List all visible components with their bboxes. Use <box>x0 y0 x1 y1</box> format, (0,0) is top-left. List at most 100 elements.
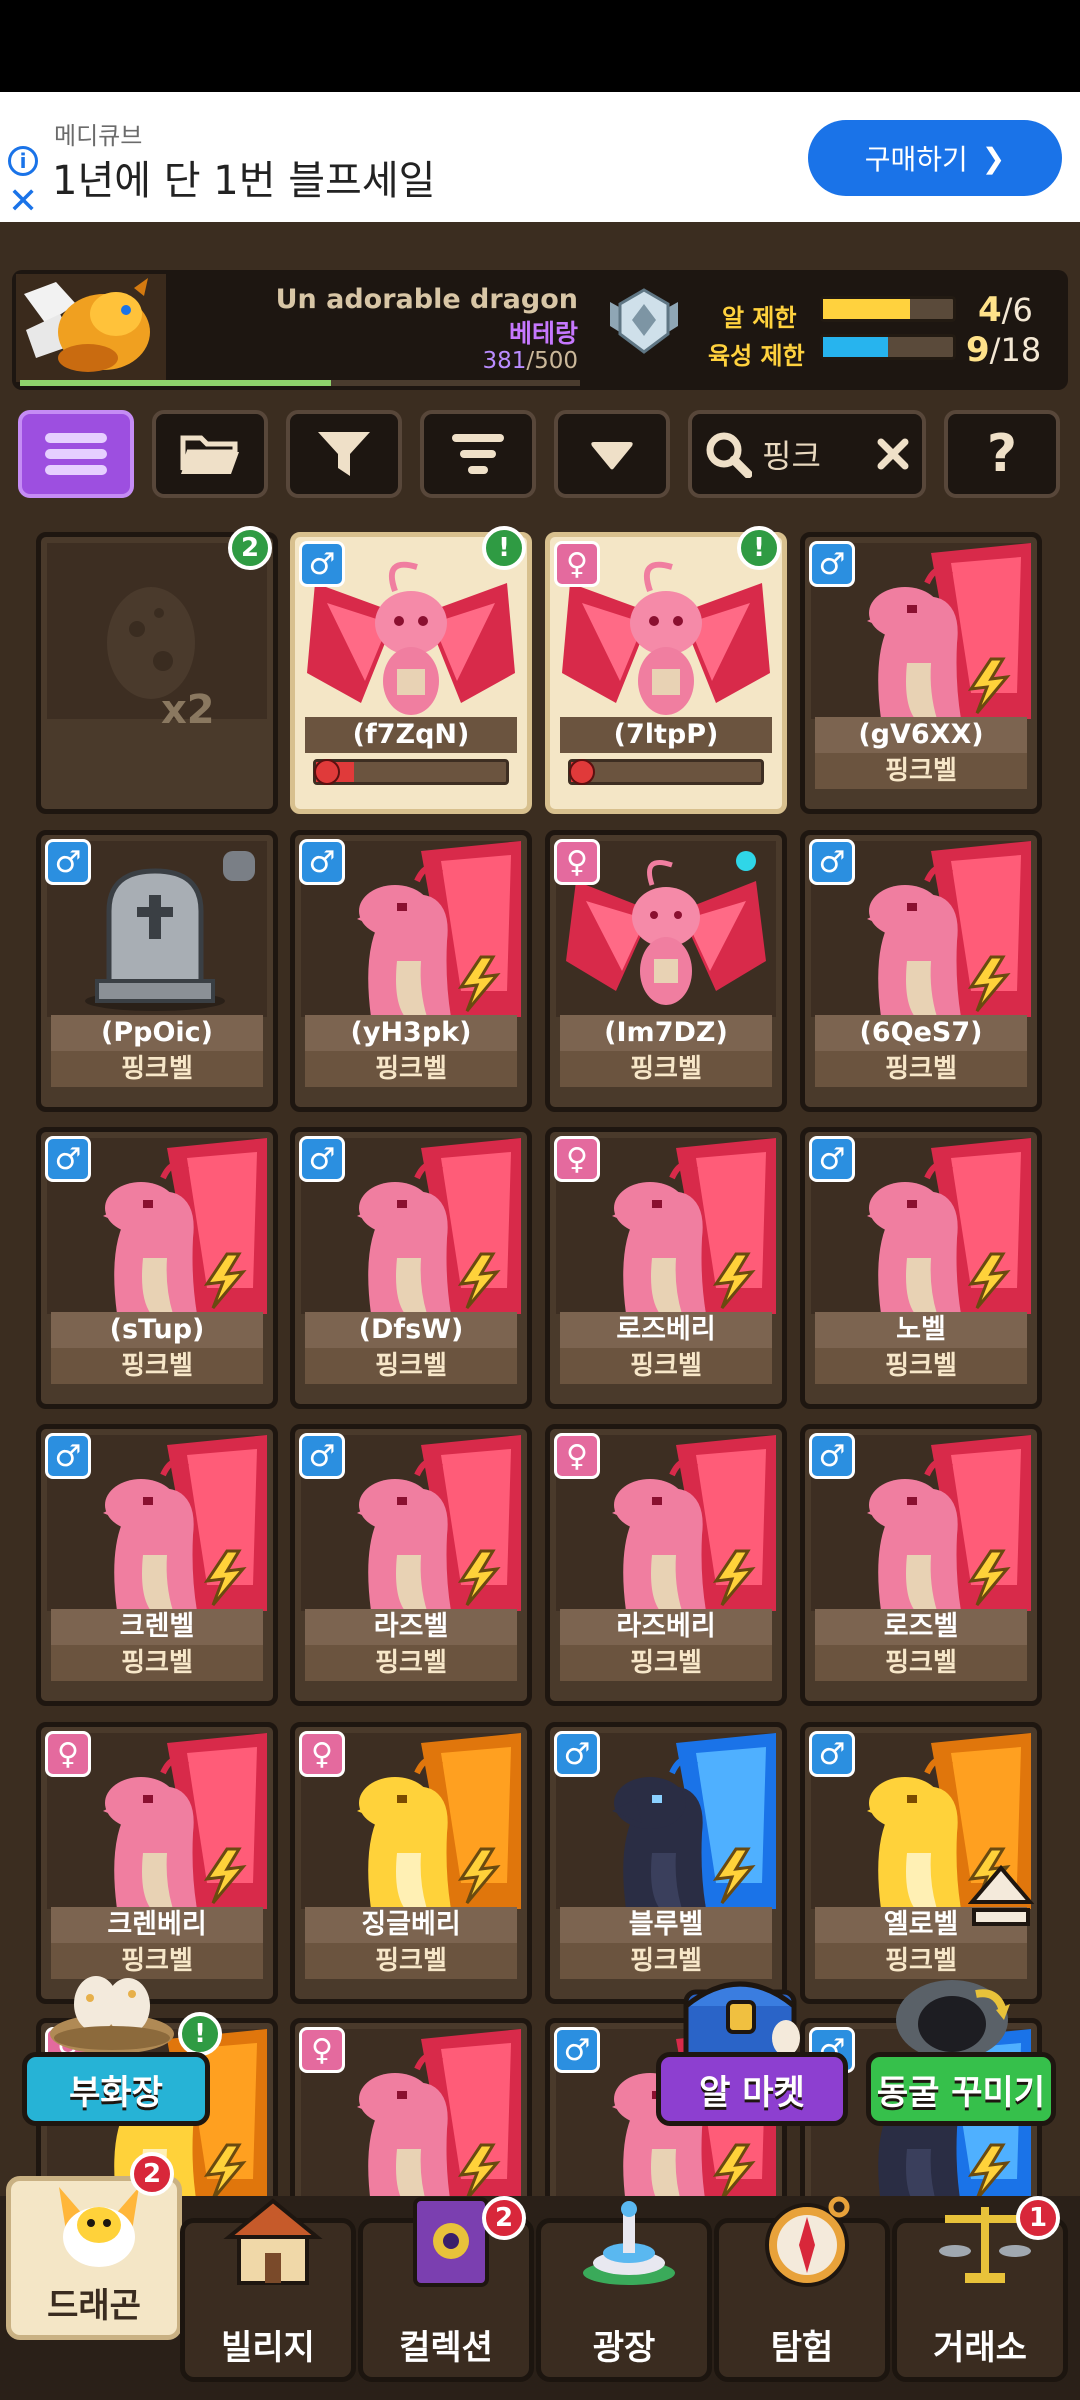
nav-label: 드래곤 <box>47 2286 141 2326</box>
breed-limit-value: 9/18 <box>966 330 1041 370</box>
hatchery-alert-badge: ! <box>178 2012 222 2056</box>
ad-title[interactable]: 1년에 단 1번 블프세일 <box>52 148 435 206</box>
filter-button[interactable] <box>286 410 402 498</box>
nav-label: 광장 <box>592 2328 656 2368</box>
clear-icon[interactable] <box>876 437 910 471</box>
xp-bar-fill <box>20 380 331 386</box>
egg-limit-fill <box>823 299 911 319</box>
male-icon: ♂ <box>809 1433 855 1479</box>
menu-button[interactable] <box>18 410 134 498</box>
dropdown-button[interactable] <box>554 410 670 498</box>
egg-limit-bar <box>820 296 956 322</box>
dragon-card[interactable]: ♂ (sTup) 핑크벨 <box>36 1127 278 1409</box>
breed-limit-bar <box>820 334 956 360</box>
nav-label: 빌리지 <box>221 2328 315 2368</box>
nav-village[interactable]: 빌리지 <box>180 2198 356 2382</box>
dragon-card[interactable]: ♂ 로즈벨 핑크벨 <box>800 1424 1042 1706</box>
dragon-card[interactable]: ♀ (Im7DZ) 핑크벨 <box>545 830 787 1112</box>
dragon-title: Un adorable dragon <box>275 284 578 315</box>
ad-sponsor: 메디큐브 <box>54 122 143 150</box>
cave-decor-button[interactable]: 동굴 꾸미기 <box>866 2052 1056 2126</box>
dragon-species: 핑크벨 <box>560 1645 772 1681</box>
egg-card[interactable]: x2 <box>36 532 278 814</box>
male-icon: ♂ <box>299 1433 345 1479</box>
breed-limit-max: /18 <box>989 331 1042 369</box>
sad-face-icon <box>314 759 340 785</box>
nav-fountain[interactable]: 광장 <box>536 2201 712 2382</box>
dragon-name: 노벨 <box>815 1312 1027 1348</box>
filter-icon <box>318 432 370 476</box>
health-bar <box>568 759 764 785</box>
dragon-name: (sTup) <box>51 1312 263 1348</box>
dragon-name: (PpOic) <box>51 1015 263 1051</box>
dragon-name: (gV6XX) <box>815 717 1027 753</box>
female-icon: ♀ <box>299 2027 345 2073</box>
scroll-top-icon[interactable] <box>967 1862 1035 1932</box>
breed-limit-count: 9 <box>966 330 990 370</box>
hatchery-button[interactable]: 부화장 <box>22 2052 210 2126</box>
dragon-card[interactable]: ♂ (PpOic) 핑크벨 <box>36 830 278 1112</box>
male-icon: ♂ <box>299 541 345 587</box>
dragon-card[interactable]: ♂ 크렌벨 핑크벨 <box>36 1424 278 1706</box>
female-icon: ♀ <box>554 839 600 885</box>
status-bar <box>0 0 1080 92</box>
compass-icon <box>757 2193 857 2289</box>
rank-badge-icon <box>606 286 682 358</box>
nav-scale[interactable]: 거래소 <box>892 2207 1068 2382</box>
dragon-card[interactable]: ♀ 크렌베리 핑크벨 <box>36 1722 278 2004</box>
male-icon: ♂ <box>299 1136 345 1182</box>
dropdown-icon <box>591 442 633 470</box>
nav-dragon[interactable]: 드래곤 <box>6 2176 182 2340</box>
dragon-card[interactable]: ♀ 징글베리 핑크벨 <box>290 1722 532 2004</box>
cave-icon <box>892 1964 1012 2060</box>
nav-compass[interactable]: 탐험 <box>714 2196 890 2382</box>
help-button[interactable]: ? <box>944 410 1060 498</box>
egg-limit-max: /6 <box>1001 291 1033 329</box>
xp-total: /500 <box>526 348 578 374</box>
search-input[interactable]: 핑크 <box>762 431 866 477</box>
dragon-card[interactable]: ♀ 로즈베리 핑크벨 <box>545 1127 787 1409</box>
ad-buy-button[interactable]: 구매하기 ❯ <box>808 120 1062 196</box>
folder-button[interactable] <box>152 410 268 498</box>
dragon-card[interactable]: ♀ 라즈베리 핑크벨 <box>545 1424 787 1706</box>
nav-badge: 2 <box>130 2152 174 2196</box>
dragon-card[interactable]: ♂ (f7ZqN) <box>290 532 532 814</box>
female-icon: ♀ <box>299 1731 345 1777</box>
nav-book[interactable]: 컬렉션 <box>358 2197 534 2382</box>
dragon-name: 크렌베리 <box>51 1907 263 1943</box>
search-box[interactable]: 핑크 <box>688 410 926 498</box>
egg-market-button[interactable]: 알 마켓 <box>656 2052 848 2126</box>
dragon-species: 핑크벨 <box>815 1645 1027 1681</box>
nav-label: 컬렉션 <box>399 2328 493 2368</box>
dragon-species: 핑크벨 <box>815 753 1027 789</box>
dragon-name: (6QeS7) <box>815 1015 1027 1051</box>
count-badge: 2 <box>228 526 272 570</box>
male-icon: ♂ <box>45 1433 91 1479</box>
egg-count: x2 <box>161 687 215 733</box>
village-icon <box>223 2193 323 2289</box>
dragon-card[interactable]: ♂ (6QeS7) 핑크벨 <box>800 830 1042 1112</box>
dragon-card[interactable]: ♂ 라즈벨 핑크벨 <box>290 1424 532 1706</box>
close-icon[interactable]: ✕ <box>8 184 38 220</box>
male-icon: ♂ <box>809 1731 855 1777</box>
dragon-species: 핑크벨 <box>560 1348 772 1384</box>
dragon-card[interactable]: ♀ (7ltpP) <box>545 532 787 814</box>
dragon-card[interactable]: ♂ 노벨 핑크벨 <box>800 1127 1042 1409</box>
dragon-card[interactable]: ♂ (yH3pk) 핑크벨 <box>290 830 532 1112</box>
info-icon[interactable]: i <box>8 146 38 176</box>
dragon-name: 로즈벨 <box>815 1609 1027 1645</box>
sort-button[interactable] <box>420 410 536 498</box>
chest-icon <box>676 1962 804 2066</box>
nav-label: 탐험 <box>770 2328 834 2368</box>
egg-icon <box>47 543 267 719</box>
dragon-icon <box>49 2177 149 2273</box>
dragon-card[interactable]: ♂ (DfsW) 핑크벨 <box>290 1127 532 1409</box>
dragon-card[interactable]: ♀ <box>290 2018 532 2218</box>
dragon-card[interactable]: ♂ (gV6XX) 핑크벨 <box>800 532 1042 814</box>
dragon-portrait[interactable] <box>16 274 166 382</box>
male-icon: ♂ <box>554 1731 600 1777</box>
nav-badge: 2 <box>482 2196 526 2240</box>
egg-limit-count: 4 <box>978 290 1002 330</box>
dragon-name: 라즈베리 <box>560 1609 772 1645</box>
breed-limit-fill <box>823 337 888 357</box>
